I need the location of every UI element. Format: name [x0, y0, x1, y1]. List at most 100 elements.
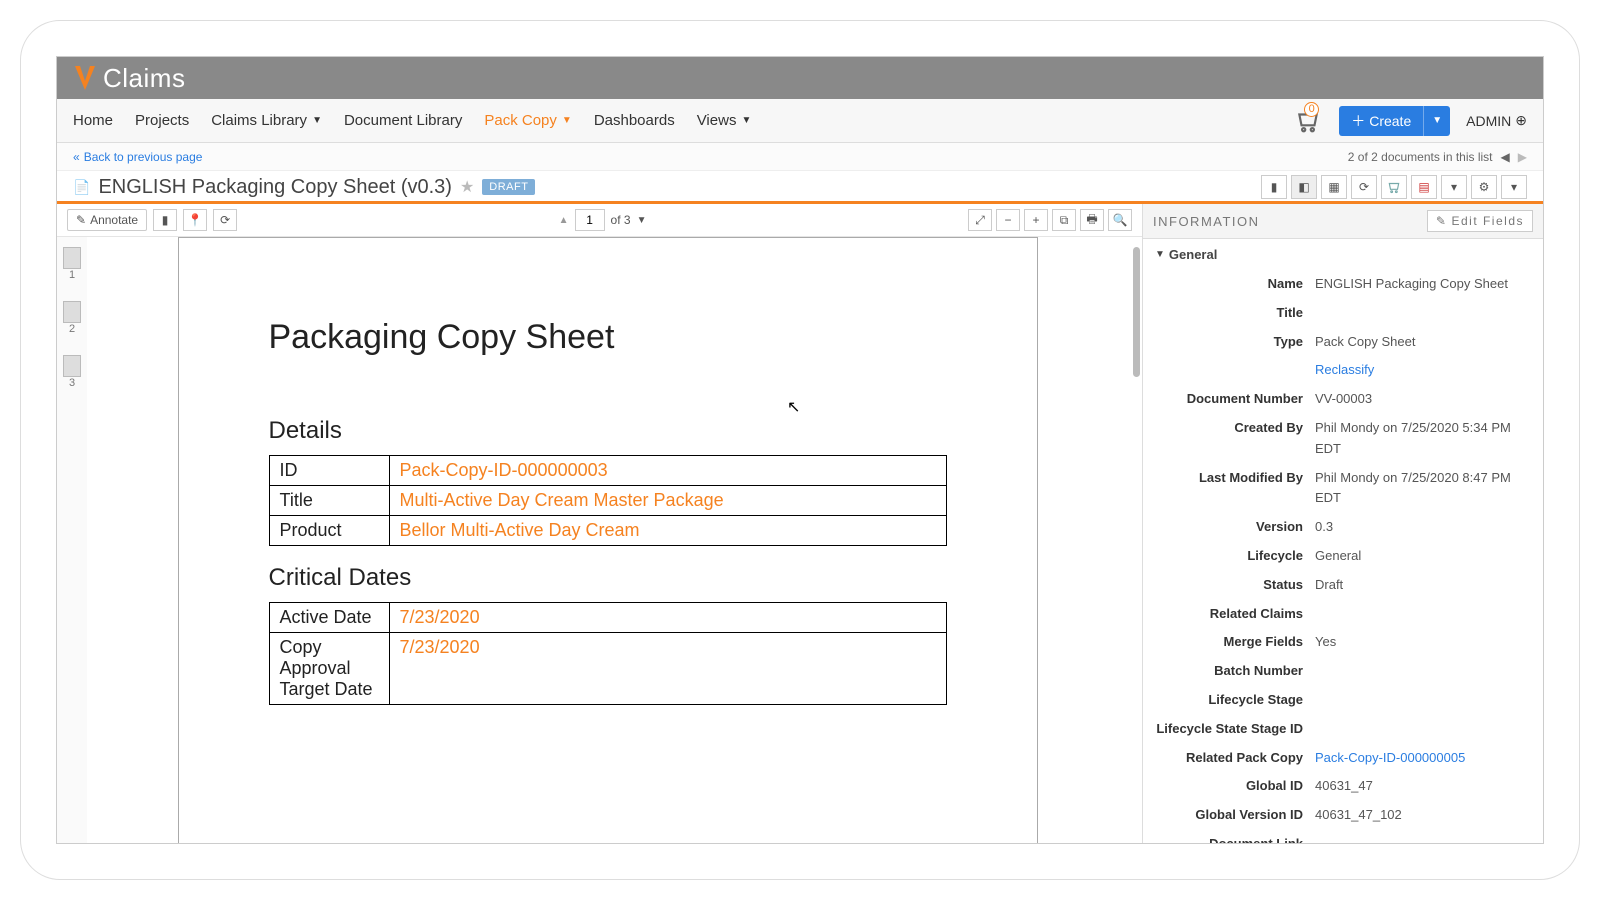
cart-add-icon [1387, 180, 1401, 194]
pager-next-button[interactable]: ▶ [1518, 150, 1527, 164]
chevron-down-icon: ▼ [562, 115, 572, 126]
content-row: ✎ Annotate ▮ 📍 ⟳ ▲ of 3 ▼ ⤢ [57, 204, 1543, 843]
field-label: Global Version ID [1155, 805, 1315, 826]
print-button[interactable]: 🖶 [1080, 209, 1104, 231]
page-number-input[interactable] [575, 209, 605, 231]
create-button[interactable]: ＋ Create [1339, 106, 1423, 136]
date-label: Copy Approval Target Date [269, 633, 389, 705]
field-value-link[interactable]: Reclassify [1315, 360, 1531, 381]
field-row: Lifecycle Stage [1143, 686, 1543, 715]
details-table: IDPack-Copy-ID-000000003TitleMulti-Activ… [269, 455, 947, 546]
field-label: Type [1155, 332, 1315, 353]
section-general-toggle[interactable]: ▼ General [1143, 239, 1543, 270]
preview-surface: 1 2 3 Packaging Copy Sheet Details IDPac… [57, 237, 1142, 843]
fullscreen-button[interactable]: ⤢ [968, 209, 992, 231]
create-dropdown-button[interactable]: ▼ [1423, 106, 1450, 136]
chevron-left-icon: « [73, 150, 80, 164]
view-split-button[interactable]: ◧ [1291, 175, 1317, 199]
nav-item-label: Claims Library [211, 112, 307, 129]
settings-dropdown-button[interactable]: ▾ [1501, 175, 1527, 199]
nav-item-claims-library[interactable]: Claims Library▼ [211, 112, 322, 129]
field-value: Draft [1315, 575, 1531, 596]
field-row: Global Version ID40631_47_102 [1143, 801, 1543, 830]
context-bar: « Back to previous page 2 of 2 documents… [57, 143, 1543, 171]
thumb-3[interactable]: 3 [63, 355, 81, 389]
detail-label: Product [269, 516, 389, 546]
export-dropdown-button[interactable]: ▾ [1441, 175, 1467, 199]
table-row: IDPack-Copy-ID-000000003 [269, 456, 946, 486]
viewer-toolbar: ✎ Annotate ▮ 📍 ⟳ ▲ of 3 ▼ ⤢ [57, 204, 1142, 237]
brand-logo[interactable]: Claims [73, 63, 185, 94]
reload-button[interactable]: ⟳ [213, 209, 237, 231]
table-row: ProductBellor Multi-Active Day Cream [269, 516, 946, 546]
field-label: Lifecycle Stage [1155, 690, 1315, 711]
nav-item-label: Projects [135, 112, 189, 129]
status-badge: DRAFT [482, 179, 535, 195]
doc-details-heading: Details [269, 417, 947, 445]
view-grid-button[interactable]: ▦ [1321, 175, 1347, 199]
nav-item-projects[interactable]: Projects [135, 112, 189, 129]
pin-button[interactable]: 📍 [183, 209, 207, 231]
field-value: Pack Copy Sheet [1315, 332, 1531, 353]
info-title: INFORMATION [1153, 214, 1260, 229]
detail-value: Pack-Copy-ID-000000003 [389, 456, 946, 486]
field-label: Name [1155, 274, 1315, 295]
create-label: Create [1369, 113, 1411, 129]
thumb-2[interactable]: 2 [63, 301, 81, 335]
page-dropdown-icon[interactable]: ▼ [637, 215, 647, 226]
nav-item-views[interactable]: Views▼ [697, 112, 752, 129]
document-scroll-area[interactable]: Packaging Copy Sheet Details IDPack-Copy… [87, 237, 1142, 843]
thumb-1[interactable]: 1 [63, 247, 81, 281]
dates-table: Active Date7/23/2020Copy Approval Target… [269, 602, 947, 705]
zoom-in-button[interactable]: + [1024, 209, 1048, 231]
title-toolbar: ▮ ◧ ▦ ⟳ ▤ ▾ ⚙ ▾ [1261, 175, 1527, 199]
doc-heading: Packaging Copy Sheet [269, 318, 947, 357]
settings-gear-button[interactable]: ⚙ [1471, 175, 1497, 199]
collapse-up-icon[interactable]: ▲ [559, 215, 569, 226]
view-full-button[interactable]: ▮ [1261, 175, 1287, 199]
refresh-button[interactable]: ⟳ [1351, 175, 1377, 199]
bookmark-button[interactable]: ▮ [153, 209, 177, 231]
field-row: Created ByPhil Mondy on 7/25/2020 5:34 P… [1143, 414, 1543, 464]
fit-page-button[interactable]: ⧉ [1052, 209, 1076, 231]
nav-item-document-library[interactable]: Document Library [344, 112, 462, 129]
detail-value: Bellor Multi-Active Day Cream [389, 516, 946, 546]
date-value: 7/23/2020 [389, 633, 946, 705]
export-pdf-button[interactable]: ▤ [1411, 175, 1437, 199]
pencil-icon: ✎ [1436, 214, 1448, 228]
admin-menu[interactable]: ADMIN ⊕ [1466, 112, 1527, 129]
zoom-out-button[interactable]: − [996, 209, 1020, 231]
field-label: Global ID [1155, 776, 1315, 797]
field-value-link[interactable]: Pack-Copy-ID-000000005 [1315, 748, 1531, 769]
field-value [1315, 604, 1531, 625]
nav-item-pack-copy[interactable]: Pack Copy▼ [484, 112, 571, 129]
field-label: Last Modified By [1155, 468, 1315, 510]
scrollbar-thumb[interactable] [1133, 247, 1140, 377]
nav-item-label: Views [697, 112, 737, 129]
cart-button[interactable]: 0 [1295, 108, 1323, 134]
field-value: 40631_47_102 [1315, 805, 1531, 826]
nav-item-dashboards[interactable]: Dashboards [594, 112, 675, 129]
field-label: Batch Number [1155, 661, 1315, 682]
search-button[interactable]: 🔍 [1108, 209, 1132, 231]
favorite-star-icon[interactable]: ★ [460, 177, 474, 197]
add-cart-button[interactable] [1381, 175, 1407, 199]
field-row: Related Claims [1143, 600, 1543, 629]
field-row: Merge FieldsYes [1143, 628, 1543, 657]
back-link[interactable]: « Back to previous page [73, 150, 202, 164]
field-value [1315, 661, 1531, 682]
nav-item-home[interactable]: Home [73, 112, 113, 129]
pager-prev-button[interactable]: ◀ [1501, 150, 1510, 164]
field-row: Document Link [1143, 830, 1543, 843]
annotate-button[interactable]: ✎ Annotate [67, 209, 147, 231]
table-row: Active Date7/23/2020 [269, 603, 946, 633]
viewer-pane: ✎ Annotate ▮ 📍 ⟳ ▲ of 3 ▼ ⤢ [57, 204, 1143, 843]
field-row: StatusDraft [1143, 571, 1543, 600]
field-value: 40631_47 [1315, 776, 1531, 797]
back-label: Back to previous page [84, 150, 203, 164]
field-value [1315, 303, 1531, 324]
nav-bar: HomeProjectsClaims Library▼Document Libr… [57, 99, 1543, 143]
edit-fields-button[interactable]: ✎ Edit Fields [1427, 210, 1533, 232]
field-label: Document Number [1155, 389, 1315, 410]
field-label [1155, 360, 1315, 381]
